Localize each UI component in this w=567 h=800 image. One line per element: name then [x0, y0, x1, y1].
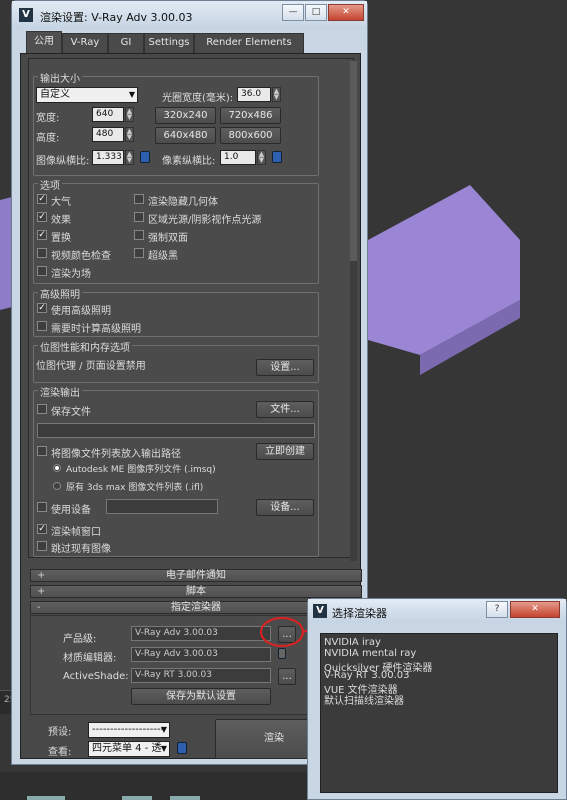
- 3dsmax-logo-icon: V: [313, 604, 327, 618]
- dialog-title-bar[interactable]: V 选择渲染器 ? ✕: [308, 599, 566, 623]
- dialog-title: 选择渲染器: [332, 607, 387, 620]
- help-button[interactable]: ?: [486, 601, 508, 618]
- list-item[interactable]: NVIDIA mental ray: [324, 648, 416, 659]
- red-circle-annotation: [260, 617, 304, 647]
- dialog-close-button[interactable]: ✕: [510, 601, 560, 618]
- list-item[interactable]: NVIDIA iray: [324, 637, 381, 648]
- list-item[interactable]: 默认扫描线渲染器: [324, 692, 404, 707]
- list-item[interactable]: V-Ray RT 3.00.03: [324, 670, 410, 681]
- renderer-list: NVIDIA iray NVIDIA mental ray Quicksilve…: [320, 633, 558, 793]
- choose-renderer-dialog: V 选择渲染器 ? ✕ NVIDIA iray NVIDIA mental ra…: [307, 598, 567, 800]
